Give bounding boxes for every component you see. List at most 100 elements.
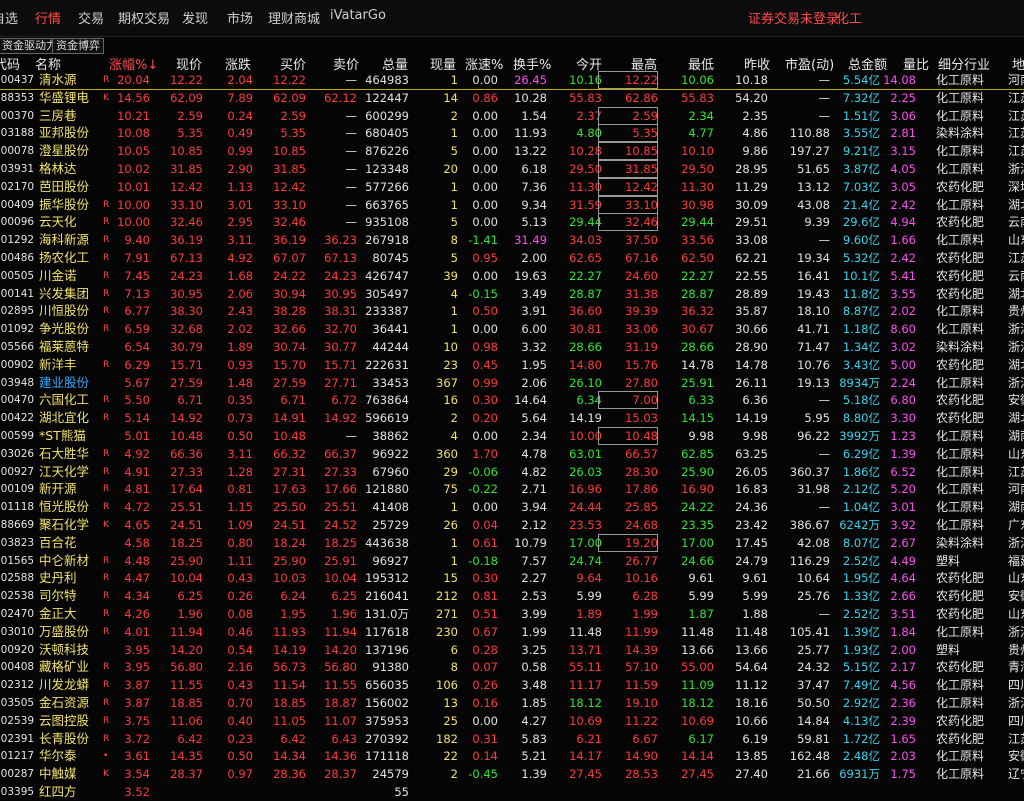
cell-ask: 30.77 [324,340,357,354]
cell-ask: 11.07 [324,713,357,728]
cell-high: 66.57 [625,446,658,461]
stock-code: 300927 [0,465,35,478]
table-row[interactable]: 600902新洋丰R6.2915.710.9315.7015.712226312… [0,356,1024,374]
cell-prev: 22.55 [735,268,768,283]
menu-item-2[interactable]: 交易 [78,8,104,27]
cell-turn: 2.71 [521,482,547,497]
cell-region: 深圳 [1008,179,1024,194]
cell-open: 14.19 [569,411,602,426]
cell-high: 7.00 [598,391,658,410]
table-row[interactable]: 603010万盛股份R4.0111.940.4611.9311.94117618… [0,623,1024,641]
table-row[interactable]: 605566福莱蒽特6.5430.791.8930.7430.774424410… [0,338,1024,356]
table-row[interactable]: 603931格林达10.0231.852.9031.85—123348200.0… [0,160,1024,178]
table-row[interactable]: 002895川恒股份R6.7738.302.4338.2838.31233387… [0,302,1024,320]
cell-chg: 0.80 [227,535,253,550]
menu-item-4[interactable]: 发现 [182,8,208,27]
cell-pct: 4.01 [124,624,150,639]
table-row[interactable]: 301118恒光股份R4.7225.511.1525.5025.51414081… [0,498,1024,516]
table-row[interactable]: 600078澄星股份10.0510.850.9910.85—87622650.0… [0,142,1024,161]
menu-item-7[interactable]: iVatarGo [330,8,386,23]
table-row[interactable]: 603505金石资源R3.8718.850.7018.8518.87156002… [0,694,1024,712]
table-row[interactable]: 600096云天化R10.0032.462.9532.46—93510850.0… [0,213,1024,232]
cell-open: 10.16 [569,73,602,87]
table-row[interactable]: 600470六国化工R5.506.710.356.716.72763864160… [0,391,1024,410]
table-row[interactable]: 688353华盛锂电K14.5662.097.8962.0962.1212244… [0,89,1024,107]
table-row[interactable]: 603395红四方3.5255 [0,783,1024,801]
table-row[interactable]: 301092争光股份R6.5932.682.0232.6632.70364411… [0,320,1024,338]
cell-region: 江苏 [1008,108,1024,123]
stock-code: 002538 [0,590,35,603]
table-row[interactable]: 300927江天化学R4.9127.331.2827.3127.33679602… [0,463,1024,481]
cell-pct: 4.91 [124,464,150,479]
trade-login-status[interactable]: 证券交易未登录 [748,8,839,27]
cell-high: 67.16 [625,251,658,265]
table-row[interactable]: 300109新开源R4.8117.640.8117.6317.661218807… [0,480,1024,498]
table-row[interactable]: 000408藏格矿业R3.9556.802.1656.7356.80913808… [0,658,1024,676]
cell-industry: 化工原料 [936,429,985,443]
cell-pct: 3.72 [124,731,150,746]
table-row[interactable]: 603188亚邦股份10.085.350.495.35—68040510.001… [0,124,1024,143]
table-row[interactable]: 600599*ST熊猫5.0110.480.5010.48—3886240.00… [0,427,1024,445]
table-row[interactable]: 002391长青股份R3.726.420.236.426.43270392182… [0,730,1024,748]
cell-vr: 4.94 [890,215,916,230]
cell-ask: — [345,162,358,176]
top-menu-bar: 自选行情交易期权交易发现市场理财商城 iVatarGo 证券交易未登录 化工 [0,0,1024,37]
menu-item-3[interactable]: 期权交易 [118,8,170,27]
cell-vr: 3.01 [890,500,916,515]
cell-chg: 2.16 [227,660,253,675]
table-row[interactable]: 002170芭田股份10.0112.421.1312.42—57726610.0… [0,177,1024,196]
cell-chg: 2.02 [227,322,253,337]
cell-pct: 3.87 [124,696,150,710]
cell-ask: — [345,144,358,159]
cell-vr: 2.42 [890,251,916,265]
menu-item-6[interactable]: 理财商城 [268,8,320,27]
cell-industry: 农药化肥 [936,713,985,728]
cell-turn: 26.45 [514,73,547,87]
table-row[interactable]: 600486扬农化工R7.9167.134.9267.0767.13807455… [0,249,1024,267]
cell-pct: 5.50 [124,393,150,408]
table-row[interactable]: 301565中仑新材R4.4825.901.1125.9025.91969271… [0,552,1024,570]
cell-pct: 9.40 [124,233,150,248]
cell-industry: 化工原料 [936,90,985,105]
table-row[interactable]: 600370三房巷10.212.590.242.59—60029920.001.… [0,106,1024,125]
cell-vr: 5.20 [890,482,916,497]
table-row[interactable]: 000920沃顿科技3.9514.200.5414.1914.201371966… [0,641,1024,659]
table-row[interactable]: 002470金正大R4.261.960.081.951.96131.0万2710… [0,605,1024,623]
table-row[interactable]: 600141兴发集团R7.1330.952.0630.9430.95305497… [0,285,1024,303]
tab-capital-game[interactable]: 资金博弈 [52,38,104,54]
cell-prev: 63.25 [735,446,768,461]
cell-ask: 6.72 [331,393,357,408]
cell-ask: 18.25 [324,535,357,550]
cell-vr: 3.15 [890,144,916,159]
cell-industry: 农药化肥 [936,215,985,230]
table-row[interactable]: 688669聚石化学K4.6524.511.0924.5124.52257292… [0,516,1024,534]
cell-turn: 2.34 [521,429,547,443]
menu-item-1[interactable]: 行情 [35,8,61,27]
cell-chg: 1.11 [227,553,253,568]
table-row[interactable]: 600505川金诺R7.4524.231.6824.2224.234267473… [0,267,1024,285]
menu-item-0[interactable]: 自选 [0,8,18,27]
table-row[interactable]: 603823百合花4.5818.250.8018.2418.2544363810… [0,533,1024,552]
table-row[interactable]: 603026石大胜华R4.9266.363.1166.3266.37969223… [0,445,1024,463]
table-row[interactable]: 002538司尔特R4.346.250.266.246.252160412120… [0,587,1024,605]
table-row[interactable]: 002539云图控股R3.7511.060.4011.0511.07375953… [0,712,1024,730]
table-row[interactable]: 001217华尔泰•3.6114.350.5014.3414.361711182… [0,747,1024,765]
cell-prev: 33.08 [735,233,768,248]
table-row[interactable]: 002312川发龙蟒R3.8711.550.4311.5411.55656035… [0,676,1024,694]
cell-pct: 10.00 [117,197,150,212]
table-row[interactable]: 600409振华股份R10.0033.103.0133.10—66376510.… [0,195,1024,214]
table-row[interactable]: 000422湖北宜化R5.1414.920.7314.9114.92596619… [0,409,1024,427]
cell-pct: 10.21 [117,108,150,123]
table-row[interactable]: 600437清水源R20.0412.222.0412.22—46498310.0… [0,71,1024,90]
cell-ask: 62.12 [324,90,357,105]
table-row[interactable]: 301292海科新源R9.4036.193.1136.1936.23267918… [0,231,1024,249]
cell-industry: 农药化肥 [936,357,985,372]
table-row[interactable]: 002588史丹利R4.4710.040.4310.0310.041953121… [0,569,1024,587]
table-row[interactable]: 603948建业股份5.6727.591.4827.5927.713345336… [0,374,1024,392]
cell-open: 55.83 [569,90,602,105]
cell-turn: 5.83 [521,731,547,746]
cell-high: 10.16 [625,571,658,586]
menu-item-5[interactable]: 市场 [227,8,253,27]
cell-region: 云南 [1008,268,1024,283]
cell-industry: 农药化肥 [936,251,985,265]
